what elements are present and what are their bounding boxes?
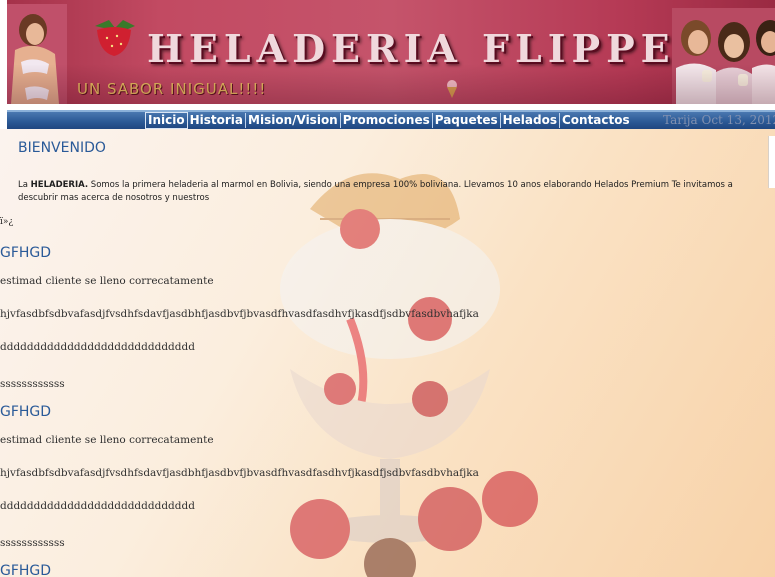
post-title: GFHGD <box>0 563 52 577</box>
main-content: BIENVENIDO La HELADERIA. Somos la primer… <box>0 129 775 577</box>
nav-item-contactos[interactable]: Contactos <box>560 113 632 128</box>
ice-cream-icon <box>447 80 457 98</box>
post-line: ssssssssssss <box>0 378 65 390</box>
intro-paragraph: La HELADERIA. Somos la primera heladeria… <box>18 179 768 205</box>
nav-item-paquetes[interactable]: Paquetes <box>433 113 501 128</box>
post-line: ddddddddddddddddddddddddddddd <box>0 500 195 512</box>
nav-item-promociones[interactable]: Promociones <box>341 113 433 128</box>
nav-item-mision-vision[interactable]: Mision/Vision <box>246 113 341 128</box>
intro-brand: HELADERIA. <box>30 180 89 190</box>
ice-cream-sundae-image <box>280 173 538 577</box>
main-nav: Inicio Historia Mision/Vision Promocione… <box>7 110 775 129</box>
post-line: ddddddddddddddddddddddddddddd <box>0 341 195 353</box>
scrollbar[interactable] <box>768 136 775 188</box>
models-photo-right <box>672 8 775 104</box>
intro-text: Somos la primera heladeria al marmol en … <box>18 180 733 203</box>
strawberry-logo-icon <box>95 20 135 56</box>
post-line: hjvfasdbfsdbvafasdjfvsdhfsdavfjasdbhfjas… <box>0 308 479 320</box>
header-banner: HELADERIA FLIPPER UN SABOR INIGUAL!!!! <box>7 0 775 104</box>
post-title: GFHGD <box>0 245 52 261</box>
slogan: UN SABOR INIGUAL!!!! <box>77 80 267 98</box>
post-line: hjvfasdbfsdbvafasdjfvsdhfsdavfjasdbhfjas… <box>0 467 479 479</box>
brand-title: HELADERIA FLIPPER <box>147 26 714 71</box>
post-line: ssssssssssss <box>0 537 65 549</box>
nav-item-helados[interactable]: Helados <box>501 113 560 128</box>
nav-item-historia[interactable]: Historia <box>188 113 247 128</box>
nav-item-inicio[interactable]: Inicio <box>145 112 188 129</box>
post-title: GFHGD <box>0 404 52 420</box>
model-photo-left <box>7 4 67 104</box>
intro-prefix: La <box>18 180 31 190</box>
date-display: Tarija Oct 13, 2012 <box>663 113 775 127</box>
post-line: estimad cliente se lleno correcatamente <box>0 275 214 287</box>
post-line: estimad cliente se lleno correcatamente <box>0 434 214 446</box>
stray-characters: ï»¿ <box>0 217 14 227</box>
welcome-heading: BIENVENIDO <box>18 140 106 156</box>
nav-menu: Inicio Historia Mision/Vision Promocione… <box>145 112 632 129</box>
